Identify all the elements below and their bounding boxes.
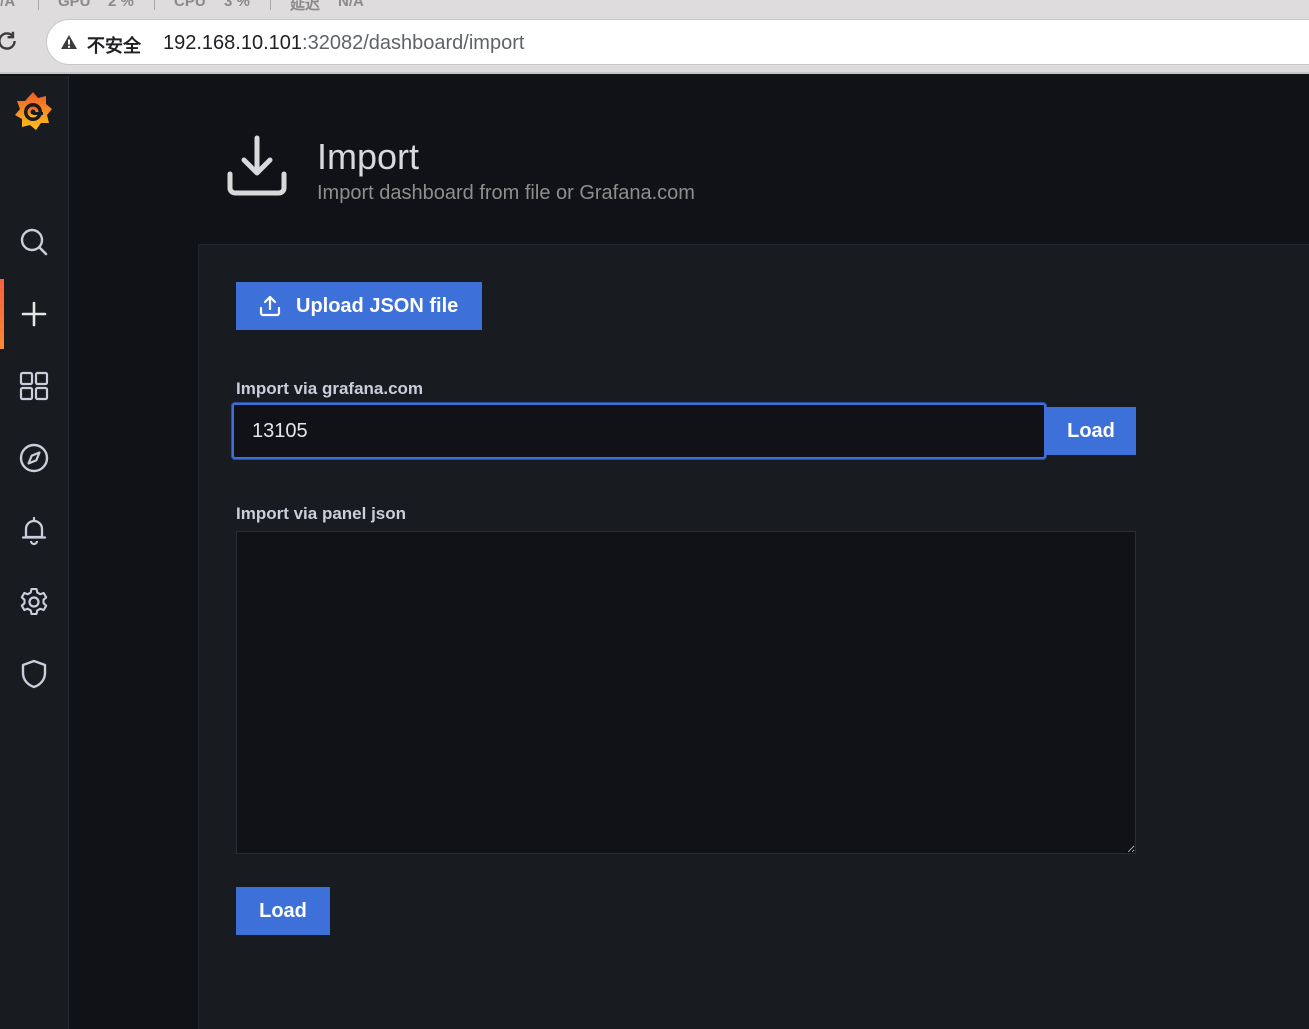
sidebar <box>0 76 69 1029</box>
url-host: 192.168.10.101 <box>163 32 303 54</box>
reload-icon[interactable] <box>0 28 20 54</box>
plus-icon <box>21 301 47 327</box>
main-area: Import Import dashboard from file or Gra… <box>69 76 1309 1029</box>
upload-json-label: Upload JSON file <box>296 294 459 317</box>
grafana-com-id-input[interactable] <box>232 403 1046 459</box>
upload-icon <box>259 295 281 317</box>
latency-value: N/A <box>338 0 364 10</box>
sidebar-item-create[interactable] <box>0 279 68 349</box>
sidebar-item-alerting[interactable] <box>0 495 68 565</box>
cpu-value: 3 % <box>224 0 250 10</box>
import-download-icon <box>227 135 287 196</box>
shield-icon <box>21 659 47 689</box>
panel-json-textarea[interactable] <box>236 531 1136 854</box>
address-bar[interactable]: 不安全 192.168.10.101:32082/dashboard/impor… <box>46 19 1309 65</box>
import-panel: Upload JSON file Import via grafana.com … <box>198 244 1309 1029</box>
divider <box>38 0 39 10</box>
page-title: Import <box>317 136 420 177</box>
status-fragment: I/A <box>0 0 16 10</box>
browser-toolbar: 不安全 192.168.10.101:32082/dashboard/impor… <box>0 14 1309 74</box>
cpu-label: CPU <box>174 0 206 10</box>
divider <box>154 0 155 10</box>
url-text[interactable]: 192.168.10.101:32082/dashboard/import <box>163 32 524 55</box>
sidebar-item-explore[interactable] <box>0 423 68 493</box>
gpu-value: 2 % <box>108 0 134 10</box>
grafana-logo-icon[interactable] <box>12 89 54 133</box>
load-panel-json-button[interactable]: Load <box>236 887 330 935</box>
load-grafana-com-button[interactable]: Load <box>1046 407 1136 455</box>
upload-json-button[interactable]: Upload JSON file <box>236 282 482 330</box>
bell-icon <box>21 516 47 546</box>
sidebar-item-server-admin[interactable] <box>0 639 68 709</box>
security-status[interactable]: 不安全 <box>87 32 141 58</box>
sidebar-item-search[interactable] <box>0 207 68 277</box>
search-icon <box>20 228 48 256</box>
gear-icon <box>20 587 48 616</box>
sidebar-item-dashboards[interactable] <box>0 351 68 421</box>
url-path: :32082/dashboard/import <box>302 32 525 54</box>
page-subtitle: Import dashboard from file or Grafana.co… <box>317 182 695 204</box>
compass-icon <box>19 443 49 473</box>
latency-label: 延迟 <box>290 0 321 13</box>
grafana-com-label: Import via grafana.com <box>236 379 424 398</box>
dashboards-grid-icon <box>19 371 49 401</box>
divider <box>270 0 271 10</box>
sidebar-item-configuration[interactable] <box>0 567 68 637</box>
gpu-label: GPU <box>58 0 91 10</box>
panel-json-label: Import via panel json <box>236 504 407 523</box>
warning-icon <box>61 35 77 49</box>
system-status-bar: I/A GPU 2 % CPU 3 % 延迟 N/A <box>0 0 1309 14</box>
